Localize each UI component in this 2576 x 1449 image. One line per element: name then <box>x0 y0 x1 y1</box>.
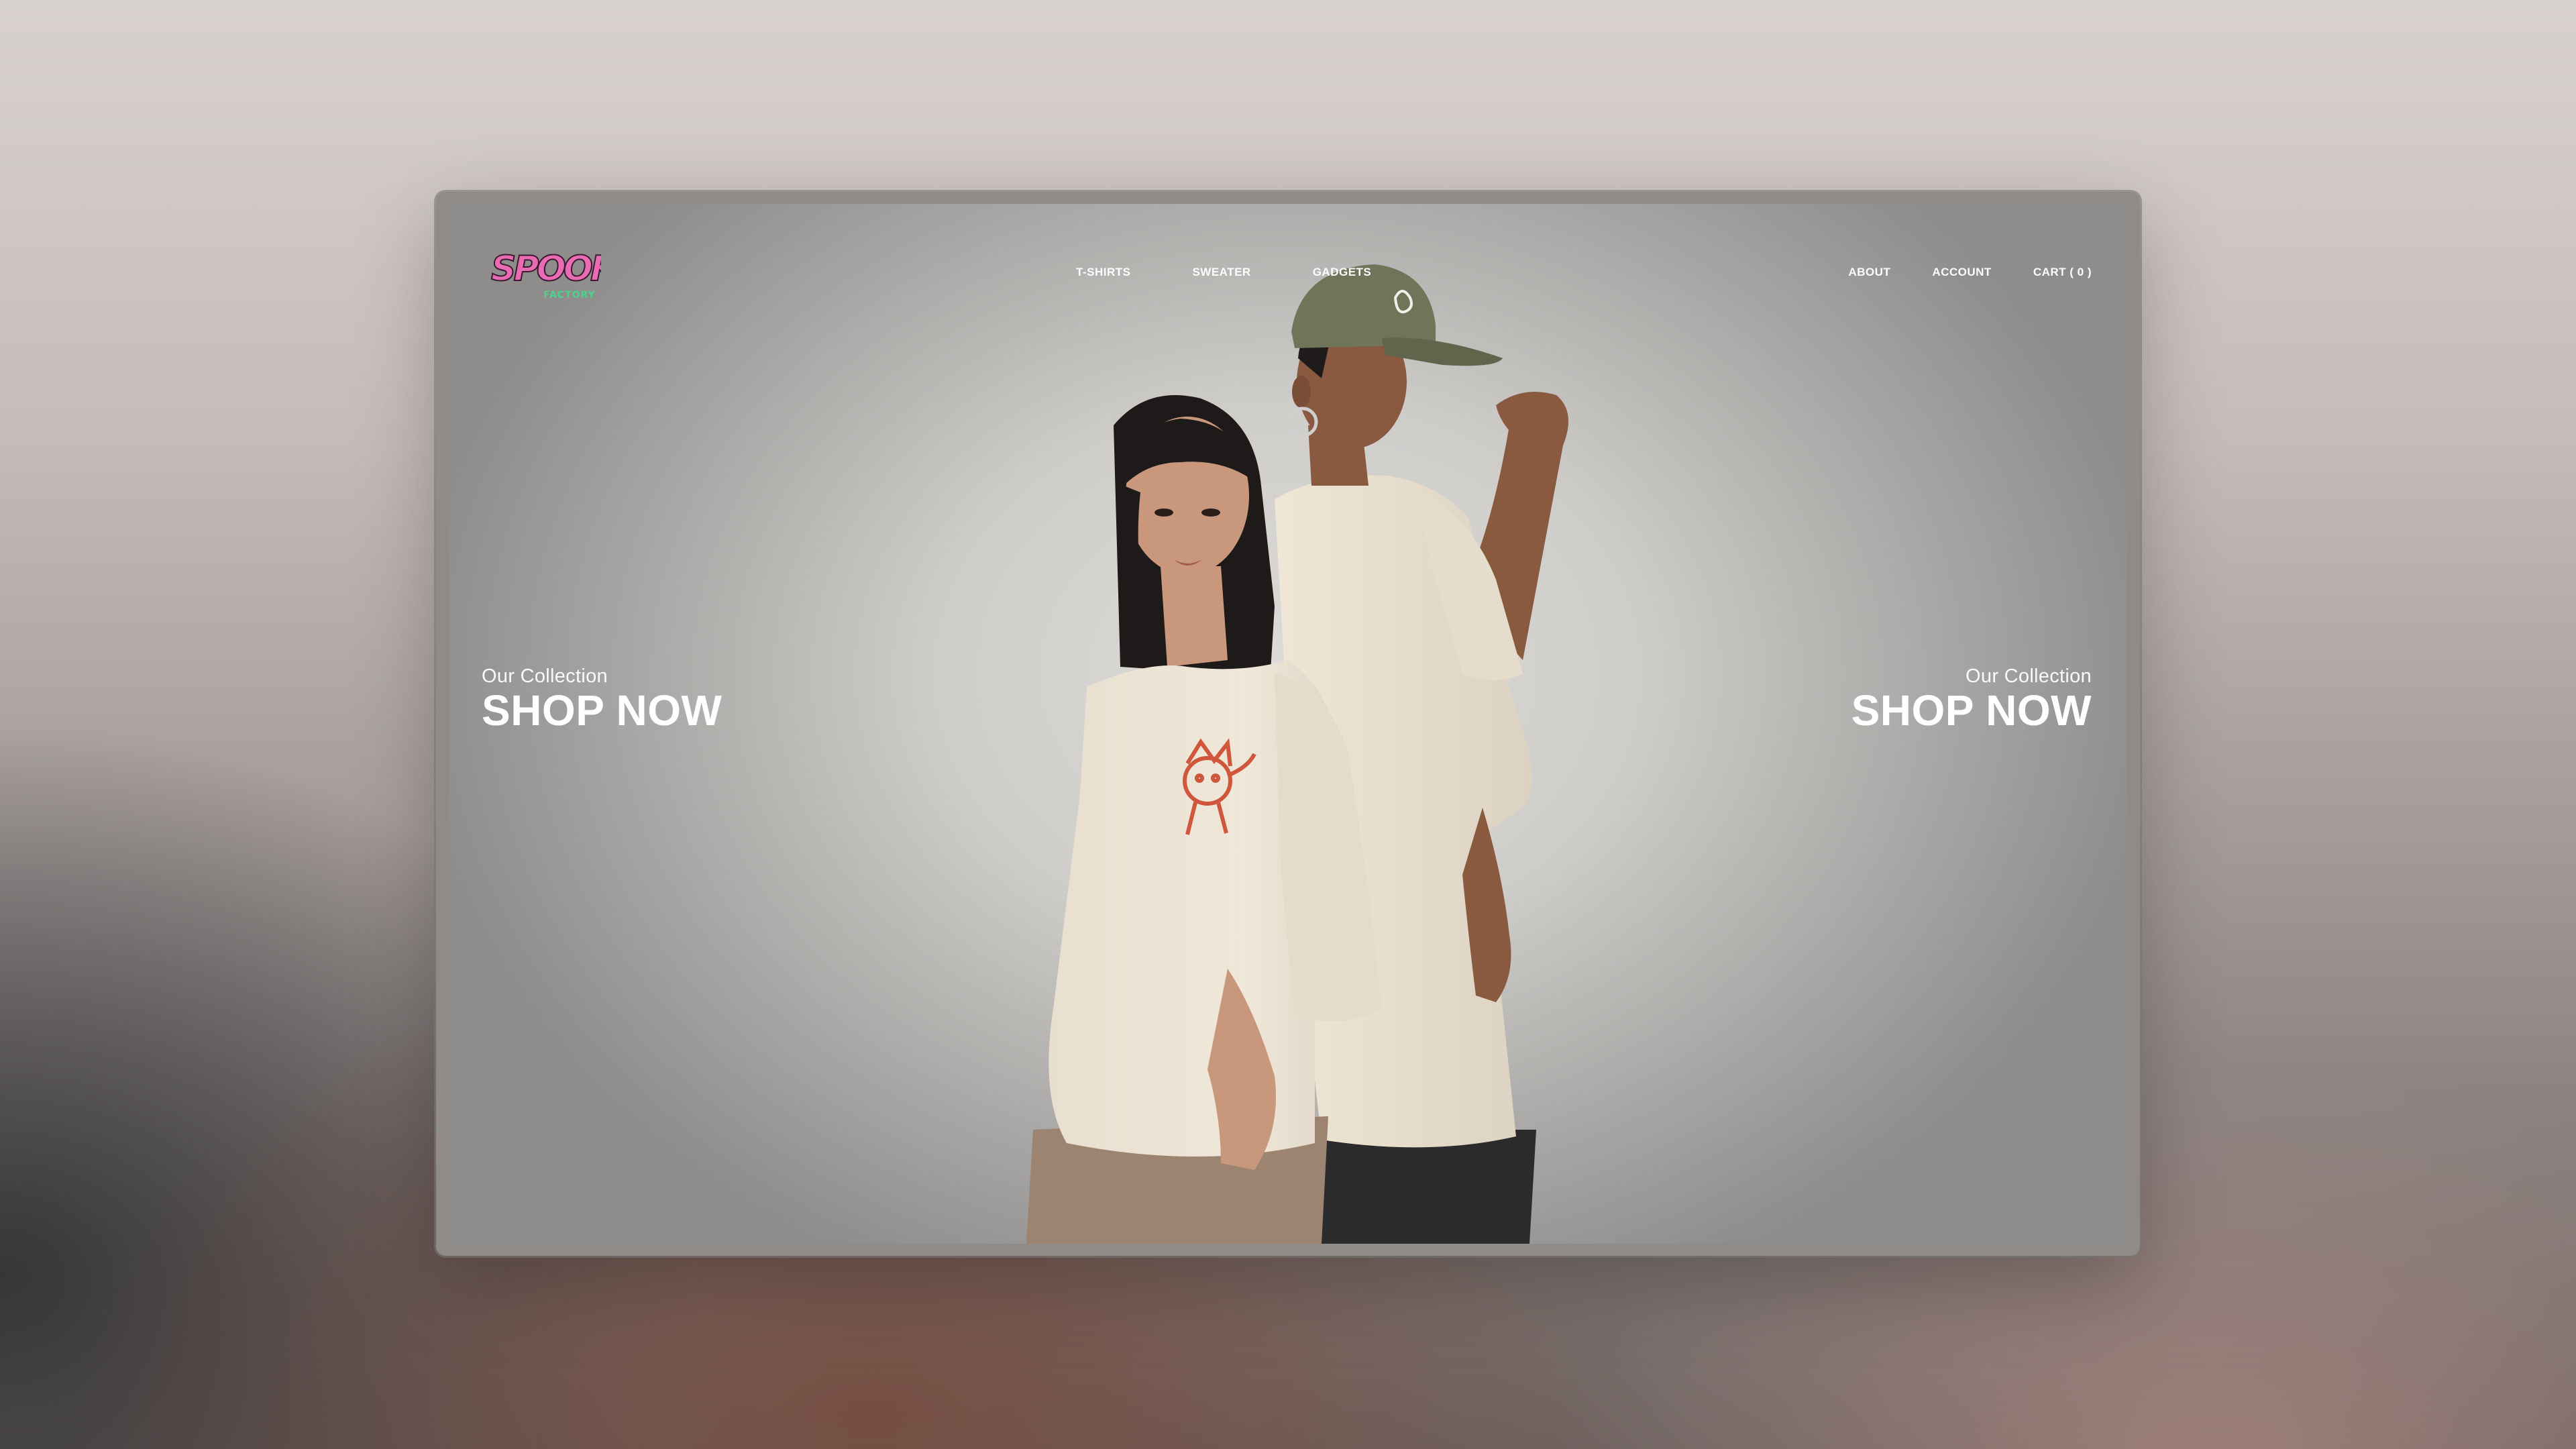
cart-link[interactable]: CART ( 0 ) <box>2033 266 2092 279</box>
nav-sweater-link[interactable]: SWEATER <box>1192 266 1250 279</box>
account-nav: ABOUT ACCOUNT CART ( 0 ) <box>1848 266 2092 279</box>
nav-about-link[interactable]: ABOUT <box>1848 266 1890 279</box>
svg-text:FACTORY: FACTORY <box>543 290 596 301</box>
nav-tshirts-link[interactable]: T-SHIRTS <box>1076 266 1130 279</box>
nav-gadgets-link[interactable]: GADGETS <box>1313 266 1372 279</box>
storefront-screen: SPOOKY FACTORY T-SHIRTS SWEATER GADGETS … <box>449 204 2127 1244</box>
shop-now-button[interactable]: SHOP NOW <box>482 689 722 732</box>
collection-subtitle: Our Collection <box>482 665 608 687</box>
hero-left-block: Our Collection SHOP NOW <box>482 665 722 732</box>
collection-subtitle: Our Collection <box>1966 665 2092 687</box>
primary-nav: T-SHIRTS SWEATER GADGETS <box>1076 266 1371 279</box>
hero-right-block: Our Collection SHOP NOW <box>1851 665 2092 732</box>
nav-account-link[interactable]: ACCOUNT <box>1932 266 1992 279</box>
shop-now-button[interactable]: SHOP NOW <box>1851 689 2092 732</box>
svg-text:SPOOKY: SPOOKY <box>491 249 601 289</box>
brand-logo[interactable]: SPOOKY FACTORY <box>487 244 601 305</box>
